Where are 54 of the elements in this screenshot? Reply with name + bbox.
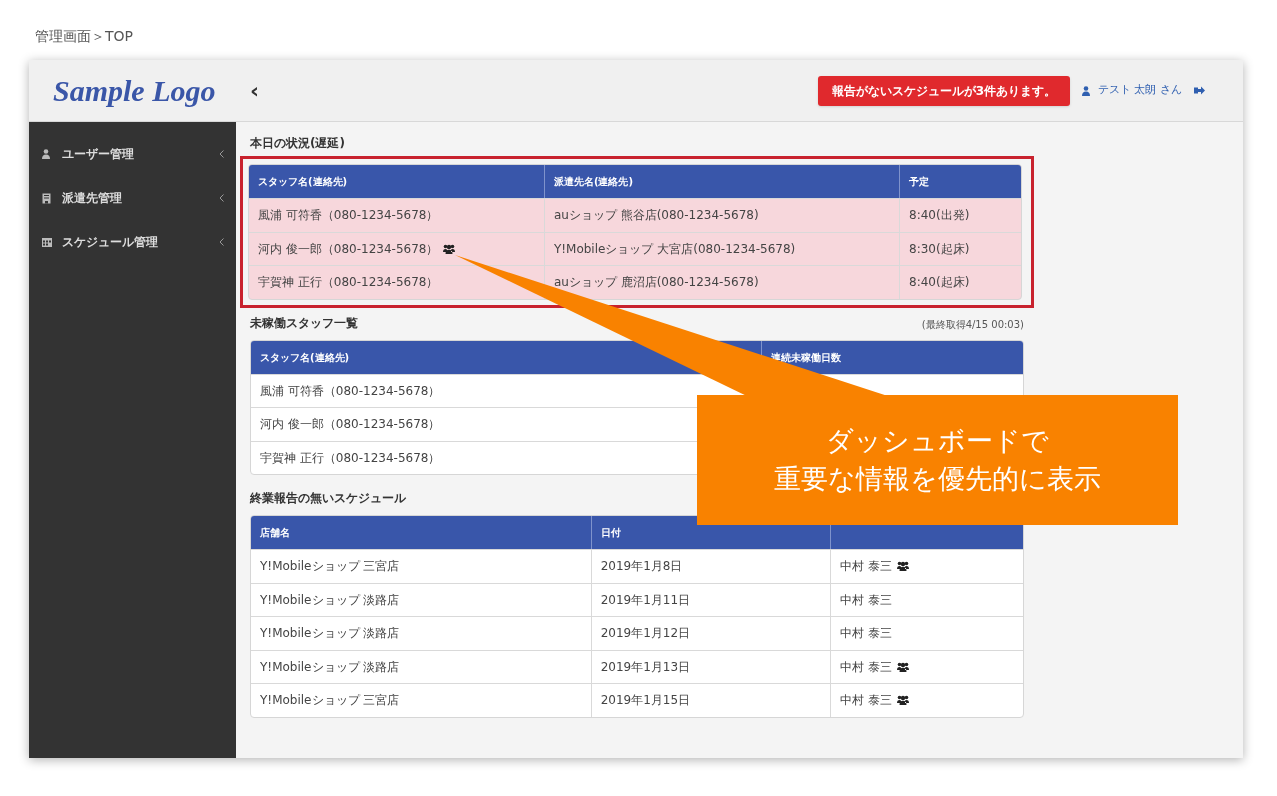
building-icon xyxy=(42,192,51,204)
table-cell-text: Y!Mobileショップ 淡路店 xyxy=(260,625,400,643)
column-header: 予定 xyxy=(899,165,1021,198)
calendar-icon xyxy=(42,237,52,247)
table-cell-text: 8:40(起床) xyxy=(909,274,970,292)
table-cell-text: 中村 泰三 xyxy=(840,692,892,710)
chevron-icon xyxy=(219,150,224,158)
column-header: 店舗名 xyxy=(259,526,291,540)
table-cell-text: 風浦 可符香（080-1234-5678） xyxy=(258,207,439,225)
table-cell-text: 2019年1月15日 xyxy=(600,692,691,710)
table-cell-text: Y!Mobileショップ 淡路店 xyxy=(260,658,400,676)
section-title: 本日の状況(遅延) xyxy=(250,135,346,152)
chevron-icon xyxy=(219,194,224,202)
table-cell-text: 8:30(起床) xyxy=(909,240,970,258)
table-cell-text: auショップ 熊谷店(080-1234-5678) xyxy=(553,207,759,225)
table-cell-text: Y!Mobileショップ 淡路店 xyxy=(260,591,400,609)
chevron-icon xyxy=(219,238,224,246)
table-cell-text: 中村 泰三 xyxy=(840,625,892,643)
table-cell-text: 中村 泰三 xyxy=(840,591,892,609)
logo[interactable]: Sample Logo xyxy=(53,74,216,107)
table-cell-text: 風浦 可符香（080-1234-5678） xyxy=(260,382,441,400)
column-header: スタッフ名(連絡先) xyxy=(259,350,351,365)
table-cell-text: auショップ 鹿沼店(080-1234-5678) xyxy=(553,274,759,292)
table-cell-text: 2019年1月11日 xyxy=(600,591,691,609)
user-icon xyxy=(1082,85,1090,96)
table-cell-text: 河内 俊一郎（080-1234-5678） xyxy=(258,240,439,258)
callout-text: ダッシュボードで xyxy=(826,424,1049,458)
sidebar-toggle[interactable]: ‹ xyxy=(250,74,260,107)
user-icon xyxy=(42,149,50,159)
column-header: スタッフ名(連絡先) xyxy=(257,175,349,189)
table-cell-text: 河内 俊一郎（080-1234-5678） xyxy=(260,416,441,434)
section-title: 未稼働スタッフ一覧 xyxy=(250,314,359,332)
table-cell-text: Y!Mobileショップ 大宮店(080-1234-5678) xyxy=(553,240,796,258)
last-fetched-note: (最終取得4/15 00:03) xyxy=(921,317,1024,332)
sidebar-item[interactable]: 派遣先管理 xyxy=(29,176,236,220)
table-cell-text: 2019年1月12日 xyxy=(600,625,691,643)
sidebar-item[interactable]: スケジュール管理 xyxy=(29,220,236,264)
table-cell-text: 2019年1月8日 xyxy=(600,558,683,576)
column-header: 派遣先名(連絡先) xyxy=(543,165,899,198)
user-name-link[interactable]: テスト 太朗 さん xyxy=(1098,82,1182,99)
logout-icon[interactable] xyxy=(1194,86,1205,95)
table-cell-text: Y!Mobileショップ 三宮店 xyxy=(260,558,400,576)
table-cell-text: 宇賀神 正行（080-1234-5678） xyxy=(260,449,441,467)
alert-button[interactable]: 報告がないスケジュールが3件あります。 xyxy=(817,75,1070,106)
sidebar-item[interactable]: ユーザー管理 xyxy=(29,132,236,176)
callout-text: 重要な情報を優先的に表示 xyxy=(774,462,1101,496)
table-cell-text: Y!Mobileショップ 三宮店 xyxy=(260,692,400,710)
table-cell-text: 2019年1月13日 xyxy=(600,658,691,676)
breadcrumb: 管理画面＞TOP xyxy=(35,28,133,44)
table-cell-text: 中村 泰三 xyxy=(840,558,892,576)
table-cell-text: 宇賀神 正行（080-1234-5678） xyxy=(258,274,439,292)
table-cell-text: 8:40(出発) xyxy=(909,207,970,225)
table-cell-text: 中村 泰三 xyxy=(840,658,892,676)
section-title: 終業報告の無いスケジュール xyxy=(250,490,407,507)
